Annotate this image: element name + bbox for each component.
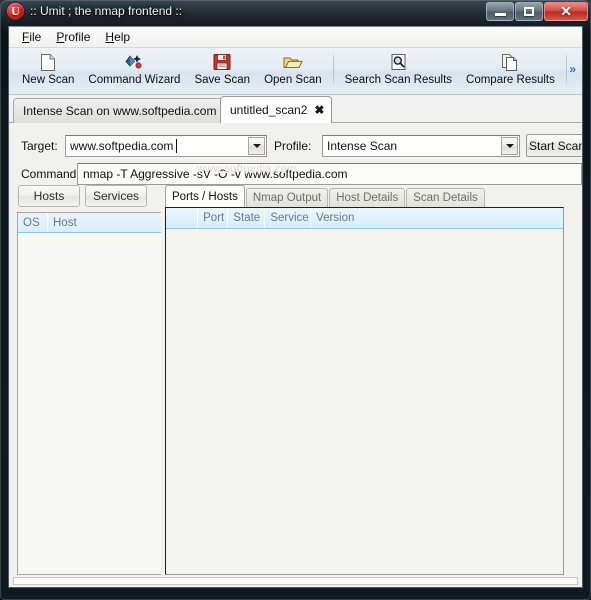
menu-item-profile-label: rofile xyxy=(64,29,91,44)
maximize-icon xyxy=(516,3,542,20)
command-input[interactable]: nmap -T Aggressive -sV -O -v www.softped… xyxy=(77,163,582,185)
menu-item-help-label: elp xyxy=(114,29,131,44)
results-tab-nmap-output[interactable]: Nmap Output xyxy=(245,188,329,207)
toolbar-button-compare-results[interactable]: Compare Results xyxy=(459,48,562,97)
ports-column-port[interactable]: Port xyxy=(198,208,229,228)
target-label: Target: xyxy=(21,139,58,153)
host-column-os[interactable]: OS xyxy=(18,213,48,232)
target-dropdown-chevron-down-icon[interactable] xyxy=(248,137,265,155)
minimize-button[interactable] xyxy=(486,2,514,21)
ports-column-blank[interactable] xyxy=(166,208,199,228)
toolbar-label-search-scan-results: Search Scan Results xyxy=(344,74,453,86)
target-input[interactable]: www.softpedia.com xyxy=(65,135,267,157)
toolbar-label-command-wizard: Command Wizard xyxy=(88,74,181,86)
results-tab-bar: Ports / Hosts Nmap Output Host Details S… xyxy=(165,185,486,207)
scan-tab-label: Intense Scan on www.softpedia.com xyxy=(23,104,217,118)
command-value: nmap -T Aggressive -sV -O -v www.softped… xyxy=(83,167,348,181)
window-controls: ✕ xyxy=(485,2,588,22)
command-label: Command: xyxy=(21,167,80,181)
host-column-host[interactable]: Host xyxy=(48,213,160,232)
menu-bar: File Profile Help xyxy=(9,27,582,48)
services-button[interactable]: Services xyxy=(85,185,147,207)
ports-column-service[interactable]: Service xyxy=(265,208,312,228)
toolbar: New Scan Command Wizard Save Scan Open S… xyxy=(9,48,582,95)
host-list-grid: OS Host xyxy=(17,212,161,575)
toolbar-label-open-scan: Open Scan xyxy=(264,74,322,86)
menu-item-profile[interactable]: Profile xyxy=(50,29,99,46)
ports-grid-header: Port State Service Version xyxy=(166,208,563,229)
toolbar-separator-1 xyxy=(332,52,334,86)
copy-documents-icon xyxy=(501,52,519,72)
profile-label: Profile: xyxy=(274,139,312,153)
status-strip xyxy=(13,577,578,585)
close-icon: ✕ xyxy=(560,3,572,19)
minimize-icon xyxy=(487,3,513,20)
scan-tab-intense-scan[interactable]: Intense Scan on www.softpedia.com ✖ xyxy=(13,98,242,123)
scan-tab-close-icon[interactable]: ✖ xyxy=(314,103,324,117)
floppy-disk-icon xyxy=(213,52,231,72)
hosts-services-toggle: Hosts Services xyxy=(18,185,147,207)
client-area: File Profile Help New Scan Command Wizar… xyxy=(8,26,583,588)
scan-form: Target: www.softpedia.com Profile: Inten… xyxy=(9,123,582,185)
hosts-panel: Hosts Services OS Host xyxy=(15,185,161,575)
application-window: U :: Umit ; the nmap frontend :: ✕ File xyxy=(0,0,591,600)
toolbar-button-new-scan[interactable]: New Scan xyxy=(15,48,81,97)
scan-tab-strip: Intense Scan on www.softpedia.com ✖ unti… xyxy=(9,95,582,123)
ports-column-version[interactable]: Version xyxy=(311,208,563,228)
toolbar-label-compare-results: Compare Results xyxy=(466,74,555,86)
scan-tab-label: untitled_scan2 xyxy=(230,103,308,117)
window-title: :: Umit ; the nmap frontend :: xyxy=(30,4,183,18)
close-button[interactable]: ✕ xyxy=(544,2,588,21)
menu-item-file-label: ile xyxy=(29,29,42,44)
toolbar-label-save-scan: Save Scan xyxy=(194,74,251,86)
host-list-header: OS Host xyxy=(18,213,161,233)
hosts-button[interactable]: Hosts xyxy=(18,185,80,207)
magnifier-icon xyxy=(390,52,407,72)
folder-icon xyxy=(283,52,303,72)
results-tab-ports-hosts[interactable]: Ports / Hosts xyxy=(165,185,245,207)
results-tab-host-details[interactable]: Host Details xyxy=(329,188,406,207)
ports-grid: Port State Service Version xyxy=(165,207,564,575)
ports-column-state[interactable]: State xyxy=(228,208,266,228)
start-scan-button[interactable]: Start Scan xyxy=(526,134,582,157)
toolbar-button-command-wizard[interactable]: Command Wizard xyxy=(81,48,187,97)
profile-value: Intense Scan xyxy=(327,139,398,153)
toolbar-buttons: New Scan Command Wizard Save Scan Open S… xyxy=(15,48,571,95)
scan-tab-untitled-scan2[interactable]: untitled_scan2 ✖ xyxy=(220,96,333,123)
wand-icon xyxy=(125,52,144,72)
document-icon xyxy=(40,52,57,72)
target-value: www.softpedia.com xyxy=(70,139,174,153)
profile-dropdown-chevron-down-icon[interactable] xyxy=(501,137,518,155)
toolbar-overflow-chevron-icon[interactable]: » xyxy=(569,62,576,76)
umit-logo-icon: U xyxy=(7,3,24,20)
ports-grid-body[interactable] xyxy=(166,229,563,574)
umit-logo-letter: U xyxy=(11,4,20,18)
toolbar-label-new-scan: New Scan xyxy=(22,74,75,86)
profile-select[interactable]: Intense Scan xyxy=(322,135,520,157)
toolbar-button-search-scan-results[interactable]: Search Scan Results xyxy=(338,48,459,97)
maximize-button[interactable] xyxy=(515,2,543,21)
toolbar-button-save-scan[interactable]: Save Scan xyxy=(187,48,257,97)
toolbar-separator-2 xyxy=(565,52,567,86)
results-tab-scan-details[interactable]: Scan Details xyxy=(406,188,485,207)
text-caret xyxy=(176,139,177,153)
menu-item-help[interactable]: Help xyxy=(99,29,139,46)
toolbar-button-open-scan[interactable]: Open Scan xyxy=(257,48,329,97)
results-panel: Ports / Hosts Nmap Output Host Details S… xyxy=(165,185,580,575)
menu-item-file[interactable]: File xyxy=(16,29,50,46)
